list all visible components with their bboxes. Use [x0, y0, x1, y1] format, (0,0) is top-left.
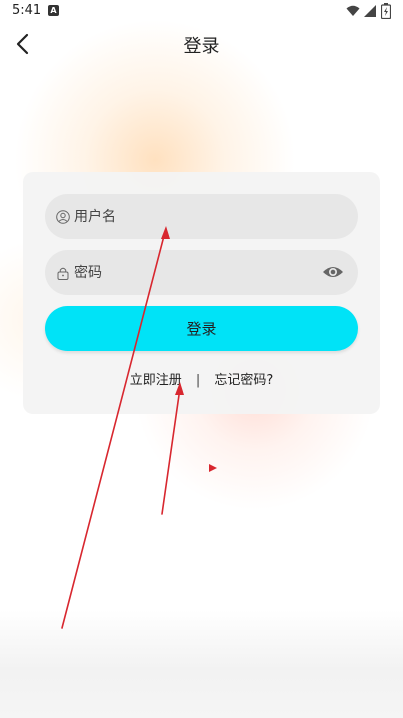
- user-icon: [56, 209, 70, 224]
- status-bar: 5:41 A: [0, 0, 403, 24]
- username-field[interactable]: [45, 194, 358, 239]
- forgot-password-link[interactable]: 忘记密码?: [214, 369, 273, 388]
- signal-icon: [364, 5, 376, 17]
- bottom-fade: [0, 610, 403, 718]
- eye-icon[interactable]: [322, 262, 344, 282]
- username-input[interactable]: [74, 196, 304, 237]
- battery-icon: [381, 3, 391, 19]
- wifi-icon: [346, 5, 360, 16]
- notification-app-icon: A: [48, 5, 59, 16]
- login-button[interactable]: 登录: [45, 306, 358, 351]
- lock-icon: [57, 267, 69, 280]
- password-field[interactable]: [45, 250, 358, 295]
- page-title: 登录: [183, 36, 220, 57]
- login-card: 登录 立即注册 | 忘记密码?: [23, 172, 380, 414]
- register-link[interactable]: 立即注册: [130, 369, 182, 388]
- link-separator: |: [195, 373, 201, 388]
- app-bar: 登录: [0, 24, 403, 64]
- auth-links: 立即注册 | 忘记密码?: [23, 369, 380, 388]
- status-time: 5:41: [12, 3, 42, 18]
- password-input[interactable]: [74, 252, 304, 293]
